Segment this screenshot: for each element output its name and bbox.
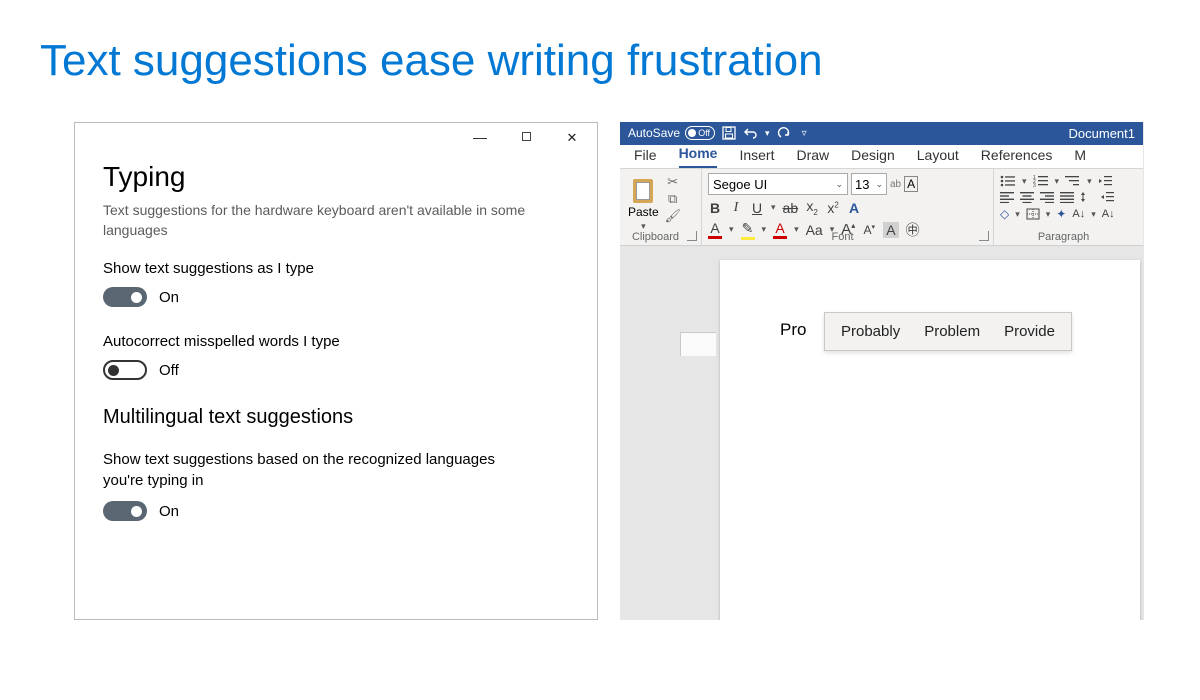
close-button[interactable] (555, 129, 589, 153)
clipboard-launcher-icon[interactable] (687, 231, 697, 241)
increase-indent-icon[interactable] (1100, 191, 1114, 203)
settings-subtitle: Text suggestions for the hardware keyboa… (103, 201, 543, 240)
suggestion-3[interactable]: Provide (992, 319, 1067, 344)
toggle-multilingual-state: On (159, 503, 179, 520)
maximize-button[interactable] (509, 129, 543, 153)
word-window: AutoSave Off ▾ ▿ Document1 File Home Ins… (620, 122, 1144, 620)
shading-icon[interactable]: ◇ (1000, 207, 1009, 221)
suggestion-bar: Probably Problem Provide (824, 312, 1072, 351)
show-marks-icon[interactable]: ✦ (1056, 207, 1066, 221)
slide-title: Text suggestions ease writing frustratio… (0, 0, 1200, 98)
superscript-button[interactable]: x2 (826, 200, 840, 216)
group-font-label: Font (702, 231, 983, 243)
paste-button[interactable]: Paste ▾ (626, 173, 661, 234)
tab-references[interactable]: References (981, 147, 1053, 168)
document-page[interactable]: Pro Probably Problem Provide (720, 260, 1140, 620)
decrease-indent-icon[interactable] (1098, 175, 1112, 187)
minimize-button[interactable] (463, 129, 497, 153)
copy-icon[interactable]: ⧉ (665, 192, 681, 206)
toggle-multilingual[interactable] (103, 501, 147, 521)
tab-draw[interactable]: Draw (796, 147, 829, 168)
font-size-select[interactable]: 13⌄ (851, 173, 887, 195)
document-area: Pro Probably Problem Provide (620, 246, 1143, 620)
ribbon-tabs: File Home Insert Draw Design Layout Refe… (620, 145, 1143, 170)
group-clipboard: Paste ▾ ✂ ⧉ 🖌 Clipboard (620, 169, 702, 245)
settings-window: Typing Text suggestions for the hardware… (74, 122, 598, 620)
tab-file[interactable]: File (634, 147, 657, 168)
undo-dropdown-icon[interactable]: ▾ (765, 128, 770, 139)
group-clipboard-label: Clipboard (620, 231, 691, 243)
toggle-autocorrect[interactable] (103, 360, 147, 380)
settings-heading: Typing (103, 161, 569, 193)
bold-button[interactable]: B (708, 200, 722, 216)
qat-customize-icon[interactable]: ▿ (802, 128, 807, 139)
multilevel-icon[interactable] (1065, 175, 1081, 187)
tab-insert[interactable]: Insert (739, 147, 774, 168)
toggle-show-suggestions[interactable] (103, 287, 147, 307)
italic-button[interactable]: I (729, 200, 743, 216)
tab-design[interactable]: Design (851, 147, 895, 168)
word-titlebar: AutoSave Off ▾ ▿ Document1 (620, 122, 1143, 145)
tab-more-overflow[interactable]: M (1074, 147, 1086, 168)
font-launcher-icon[interactable] (979, 231, 989, 241)
ribbon: Paste ▾ ✂ ⧉ 🖌 Clipboard (620, 169, 1143, 246)
save-icon[interactable] (721, 125, 737, 141)
align-right-icon[interactable] (1040, 192, 1054, 203)
svg-text:3: 3 (1033, 183, 1036, 187)
bullets-icon[interactable] (1000, 175, 1016, 187)
page-margin-icon (680, 332, 716, 356)
group-font: Segoe UI⌄ 13⌄ ab A B I U ▾ ab (702, 169, 994, 245)
align-left-icon[interactable] (1000, 192, 1014, 203)
text-effects-icon[interactable]: A (847, 200, 861, 216)
align-justify-icon[interactable] (1060, 192, 1074, 203)
clipboard-icon (631, 175, 655, 203)
format-painter-icon[interactable]: 🖌 (665, 209, 681, 223)
line-spacing-icon[interactable] (1080, 191, 1094, 203)
suggestion-1[interactable]: Probably (829, 319, 912, 344)
toggle-show-suggestions-label: Show text suggestions as I type (103, 260, 569, 277)
undo-icon[interactable] (743, 125, 759, 141)
toggle-autocorrect-label: Autocorrect misspelled words I type (103, 333, 569, 350)
autosave-toggle[interactable]: Off (685, 126, 715, 140)
toggle-autocorrect-state: Off (159, 362, 179, 379)
strike-button[interactable]: ab (783, 200, 799, 216)
sort-icon[interactable]: A↓ (1072, 208, 1085, 220)
tab-home[interactable]: Home (679, 145, 718, 168)
group-paragraph-label: Paragraph (994, 231, 1133, 243)
clear-format-icon[interactable]: ab (890, 179, 901, 190)
autosave-label: AutoSave (628, 126, 680, 140)
underline-dropdown-icon[interactable]: ▾ (771, 202, 776, 213)
borders-icon[interactable] (1026, 208, 1040, 220)
suggestion-2[interactable]: Problem (912, 319, 992, 344)
redo-icon[interactable] (776, 125, 792, 141)
sort2-icon[interactable]: A↓ (1102, 208, 1115, 220)
change-case-icon[interactable]: A (904, 176, 918, 192)
toggle-show-suggestions-state: On (159, 289, 179, 306)
subscript-button[interactable]: x2 (805, 198, 819, 217)
document-name: Document1 (1069, 126, 1135, 141)
typed-text: Pro (780, 320, 806, 339)
toggle-multilingual-label: Show text suggestions based on the recog… (103, 449, 523, 491)
font-family-select[interactable]: Segoe UI⌄ (708, 173, 848, 195)
settings-titlebar (75, 123, 597, 153)
tab-layout[interactable]: Layout (917, 147, 959, 168)
group-paragraph: ▾ 123 ▾ ▾ (994, 169, 1143, 245)
underline-button[interactable]: U (750, 200, 764, 216)
cut-icon[interactable]: ✂ (665, 175, 681, 189)
multilingual-heading: Multilingual text suggestions (103, 406, 569, 429)
align-center-icon[interactable] (1020, 192, 1034, 203)
numbering-icon[interactable]: 123 (1033, 175, 1049, 187)
